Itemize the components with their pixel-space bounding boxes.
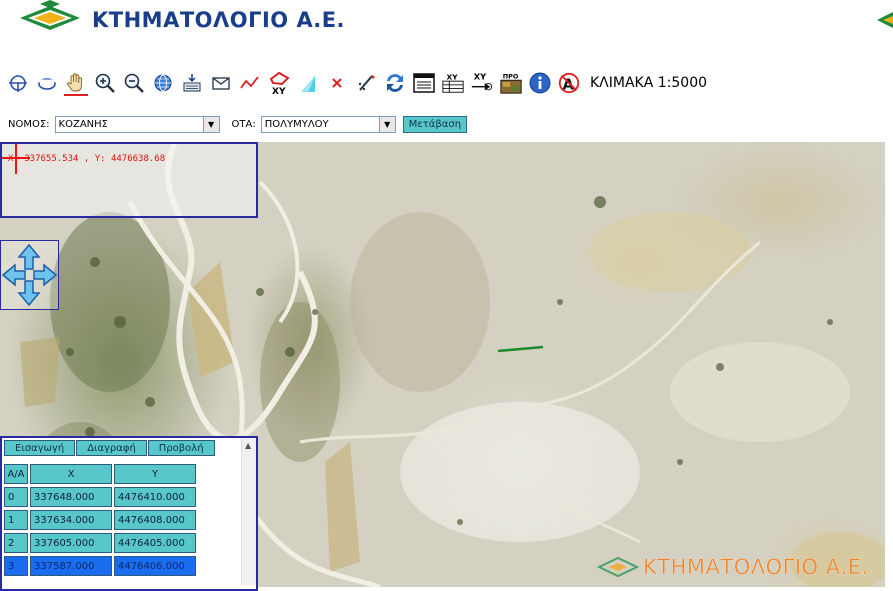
row-x[interactable]: 337605.000 <box>30 533 112 553</box>
column-header-y: Y <box>114 464 196 484</box>
row-id: 3 <box>4 556 28 576</box>
map-toolbar: XY XY XY ΠΡΟ A ΚΛΙΜΑΚΑ 1:5000 <box>6 68 707 98</box>
info-icon[interactable] <box>528 71 552 95</box>
cadastre-logo-partial-icon <box>877 12 893 28</box>
vertex-panel-tabs: Εισαγωγή Διαγραφή Προβολή <box>4 440 215 456</box>
zoom-in-icon[interactable] <box>93 71 117 95</box>
svg-text:XY: XY <box>447 72 459 81</box>
draw-polygon-xy-icon[interactable]: XY <box>267 71 291 95</box>
clear-x-icon[interactable] <box>325 71 349 95</box>
cadastre-logo-icon <box>20 0 80 30</box>
scale-label: ΚΛΙΜΑΚΑ 1:5000 <box>590 75 708 91</box>
table-row[interactable]: 2 337605.000 4476405.000 <box>4 533 196 553</box>
watermark-logo-icon <box>597 556 639 578</box>
coordinate-overview-box: X: 337655.534 , Y: 4476638.68 <box>0 142 258 218</box>
location-selector-row: ΝΟΜΟΣ: ΚΟΖΑΝΗΣ ▼ ΟΤΑ: ΠΟΛΥΜΥΛΟΥ ▼ Μετάβα… <box>0 114 893 134</box>
row-x[interactable]: 337648.000 <box>30 487 112 507</box>
row-y[interactable]: 4476408.000 <box>114 510 196 530</box>
vertex-table: Α/Α X Y 0 337648.000 4476410.000 1 33763… <box>4 464 196 579</box>
zoom-out-icon[interactable] <box>122 71 146 95</box>
table-row[interactable]: 1 337634.000 4476408.000 <box>4 510 196 530</box>
xy-list-icon[interactable]: XY <box>441 71 465 95</box>
pan-hand-icon[interactable] <box>64 70 88 96</box>
svg-text:XY: XY <box>272 87 286 95</box>
pan-control[interactable] <box>0 240 59 310</box>
no-label-icon[interactable]: A <box>557 71 581 95</box>
row-id: 0 <box>4 487 28 507</box>
go-button[interactable]: Μετάβαση <box>402 115 468 133</box>
municipality-label: ΟΤΑ: <box>231 118 256 130</box>
brand-name: ΚΤΗΜΑΤΟΛΟΓΙΟ Α.Ε. <box>92 8 346 32</box>
row-id: 2 <box>4 533 28 553</box>
identify-point-icon[interactable] <box>6 71 30 95</box>
map-watermark: ΚΤΗΜΑΤΟΛΟΓΙΟ Α.Ε. <box>597 553 869 581</box>
draw-line-icon[interactable] <box>238 71 262 95</box>
row-y[interactable]: 4476406.000 <box>114 556 196 576</box>
row-y[interactable]: 4476410.000 <box>114 487 196 507</box>
chevron-down-icon[interactable]: ▼ <box>378 116 395 132</box>
svg-text:XY: XY <box>474 71 487 81</box>
edit-pen-icon[interactable] <box>354 71 378 95</box>
refresh-arrows-icon[interactable] <box>383 71 407 95</box>
vertex-panel: Εισαγωγή Διαγραφή Προβολή Α/Α X Y 0 3376… <box>0 436 258 591</box>
prefecture-select-value: ΚΟΖΑΝΗΣ <box>58 118 108 130</box>
full-extent-globe-icon[interactable] <box>151 71 175 95</box>
vertex-panel-scrollbar[interactable]: ▲ <box>241 438 256 585</box>
view-tab[interactable]: Προβολή <box>147 440 215 456</box>
municipality-select-value: ΠΟΛΥΜΥΛΟΥ <box>264 118 329 130</box>
prefecture-select[interactable]: ΚΟΖΑΝΗΣ ▼ <box>54 115 220 133</box>
header: ΚΤΗΜΑΤΟΛΟΓΙΟ Α.Ε. <box>0 0 893 62</box>
column-header-x: X <box>30 464 112 484</box>
table-row[interactable]: 0 337648.000 4476410.000 <box>4 487 196 507</box>
chevron-down-icon[interactable]: ▼ <box>202 116 219 132</box>
measure-area-icon[interactable] <box>35 71 59 95</box>
delete-tab[interactable]: Διαγραφή <box>76 440 147 456</box>
prefecture-label: ΝΟΜΟΣ: <box>8 118 50 130</box>
envelope-icon[interactable] <box>209 71 233 95</box>
pro-photo-icon[interactable]: ΠΡΟ <box>499 71 523 95</box>
svg-text:ΠΡΟ: ΠΡΟ <box>503 72 519 80</box>
crosshair-icon-vertical <box>15 144 17 174</box>
coordinate-readout: X: 337655.534 , Y: 4476638.68 <box>8 154 166 164</box>
row-x[interactable]: 337634.000 <box>30 510 112 530</box>
row-x[interactable]: 337587.000 <box>30 556 112 576</box>
draw-shape-icon[interactable] <box>296 71 320 95</box>
municipality-select[interactable]: ΠΟΛΥΜΥΛΟΥ ▼ <box>260 115 396 133</box>
xy-goto-icon[interactable]: XY <box>470 71 494 95</box>
row-id: 1 <box>4 510 28 530</box>
scroll-up-icon[interactable]: ▲ <box>245 441 251 450</box>
table-row-selected[interactable]: 3 337587.000 4476406.000 <box>4 556 196 576</box>
column-header-id: Α/Α <box>4 464 28 484</box>
watermark-text: ΚΤΗΜΑΤΟΛΟΓΙΟ Α.Ε. <box>643 555 869 579</box>
print-window-icon[interactable] <box>412 71 436 95</box>
pan-arrows-icon[interactable] <box>1 241 58 309</box>
reload-map-icon[interactable] <box>180 71 204 95</box>
table-header-row: Α/Α X Y <box>4 464 196 484</box>
insert-tab[interactable]: Εισαγωγή <box>4 440 76 456</box>
row-y[interactable]: 4476405.000 <box>114 533 196 553</box>
